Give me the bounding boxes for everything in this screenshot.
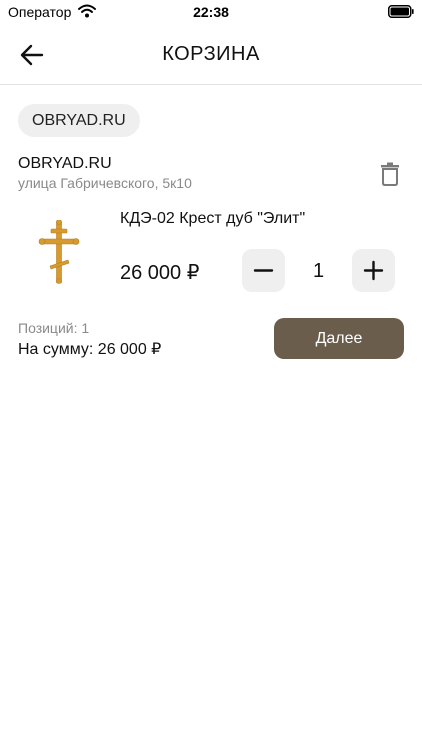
positions-count: Позиций: 1	[18, 320, 90, 336]
trash-icon	[381, 162, 399, 186]
order-total: На сумму: 26 000 ₽	[18, 341, 162, 358]
cross-product-image[interactable]	[38, 219, 80, 284]
shop-filter-chip[interactable]: OBRYAD.RU	[18, 104, 140, 137]
quantity-value: 1	[312, 260, 325, 282]
battery-icon	[388, 5, 414, 23]
clock: 22:38	[193, 4, 229, 20]
product-price: 26 000 ₽	[120, 262, 200, 284]
product-name[interactable]: КДЭ-02 Крест дуб "Элит"	[120, 210, 305, 228]
shop-address: улица Габричевского, 5к10	[18, 175, 192, 191]
navigation-header: КОРЗИНА	[0, 26, 422, 85]
plus-icon	[363, 260, 384, 281]
increase-quantity-button[interactable]	[352, 249, 395, 292]
orthodox-cross-icon	[38, 219, 80, 284]
delete-button[interactable]	[378, 161, 402, 187]
status-bar: Оператор 22:38	[0, 0, 422, 26]
shop-name: OBRYAD.RU	[18, 155, 112, 172]
next-button[interactable]: Далее	[274, 318, 404, 359]
page-title: КОРЗИНА	[162, 43, 260, 65]
minus-icon	[253, 269, 274, 272]
decrease-quantity-button[interactable]	[242, 249, 285, 292]
